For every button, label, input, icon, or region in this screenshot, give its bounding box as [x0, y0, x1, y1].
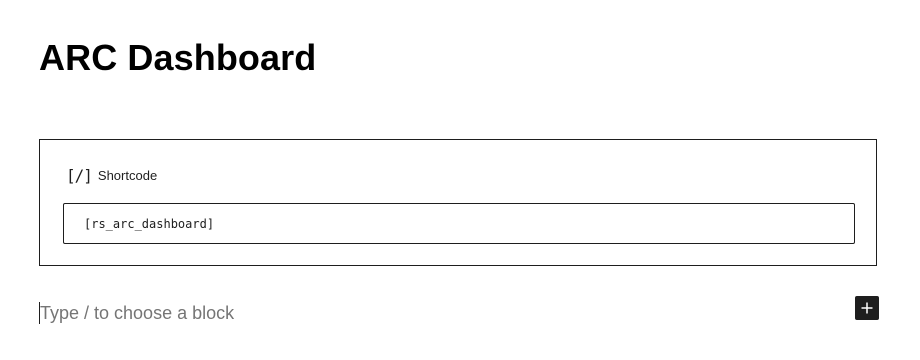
- shortcode-icon: [/]: [66, 166, 93, 185]
- plus-icon: [861, 302, 873, 314]
- add-block-button[interactable]: [855, 296, 879, 320]
- shortcode-input[interactable]: [63, 203, 855, 244]
- page-title[interactable]: ARC Dashboard: [39, 34, 316, 82]
- shortcode-block[interactable]: [/] Shortcode: [39, 139, 877, 266]
- block-label: [/] Shortcode: [66, 166, 157, 186]
- editor-canvas: ARC Dashboard [/] Shortcode Type / to ch…: [0, 0, 920, 360]
- block-appender[interactable]: Type / to choose a block: [39, 300, 234, 326]
- appender-placeholder: Type / to choose a block: [40, 303, 235, 323]
- block-title: Shortcode: [97, 168, 158, 183]
